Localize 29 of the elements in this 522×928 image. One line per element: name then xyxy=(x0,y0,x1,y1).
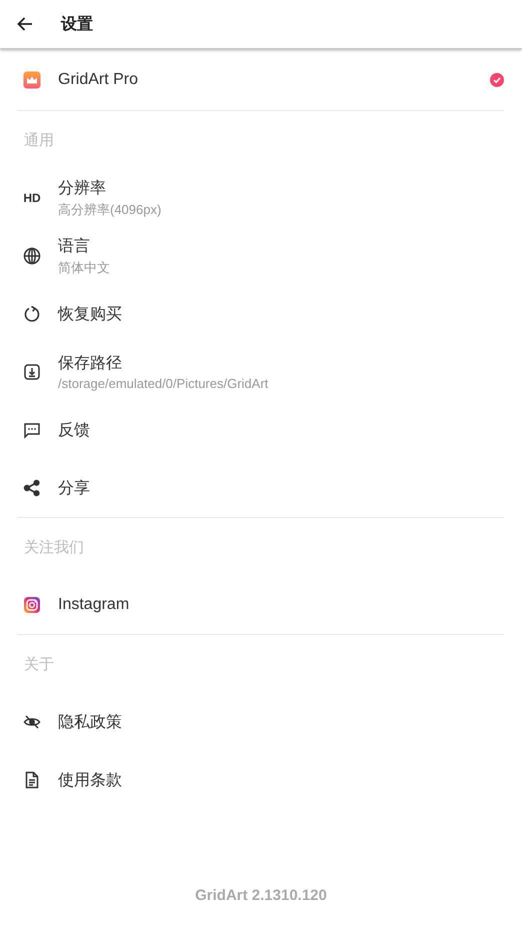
setting-label[interactable]: 恢复购买 xyxy=(58,304,122,324)
version-text: GridArt 2.1310.120 xyxy=(195,887,327,904)
document-icon xyxy=(23,771,41,789)
setting-label[interactable]: 使用条款 xyxy=(58,770,122,790)
pro-label[interactable]: GridArt Pro xyxy=(58,70,490,88)
share-icon xyxy=(23,479,41,497)
globe-icon xyxy=(23,247,41,265)
setting-label[interactable]: 隐私政策 xyxy=(58,712,122,732)
section-header: 通用 xyxy=(24,130,54,150)
crown-icon xyxy=(23,70,41,88)
section-header: 关注我们 xyxy=(24,538,84,556)
back-icon[interactable] xyxy=(16,15,34,33)
screen-title: 设置 xyxy=(61,14,93,34)
refresh-icon xyxy=(23,305,41,323)
eye-slash-icon xyxy=(23,713,41,731)
setting-value: 高分辨率(4096px) xyxy=(58,200,162,218)
setting-label[interactable]: 分享 xyxy=(58,478,90,498)
section-header: 关于 xyxy=(24,654,54,674)
setting-label[interactable]: 分辨率 xyxy=(58,178,162,198)
camera-icon xyxy=(23,596,41,614)
chat-icon xyxy=(23,421,41,439)
hd-icon: HD xyxy=(23,191,41,205)
setting-label[interactable]: Instagram xyxy=(58,596,130,614)
setting-label[interactable]: 语言 xyxy=(58,236,110,256)
setting-label[interactable]: 保存路径 xyxy=(58,353,268,374)
setting-value: 简体中文 xyxy=(58,258,110,276)
setting-value: /storage/emulated/0/Pictures/GridArt xyxy=(58,376,268,391)
download-icon xyxy=(23,363,41,381)
setting-label[interactable]: 反馈 xyxy=(58,420,90,440)
